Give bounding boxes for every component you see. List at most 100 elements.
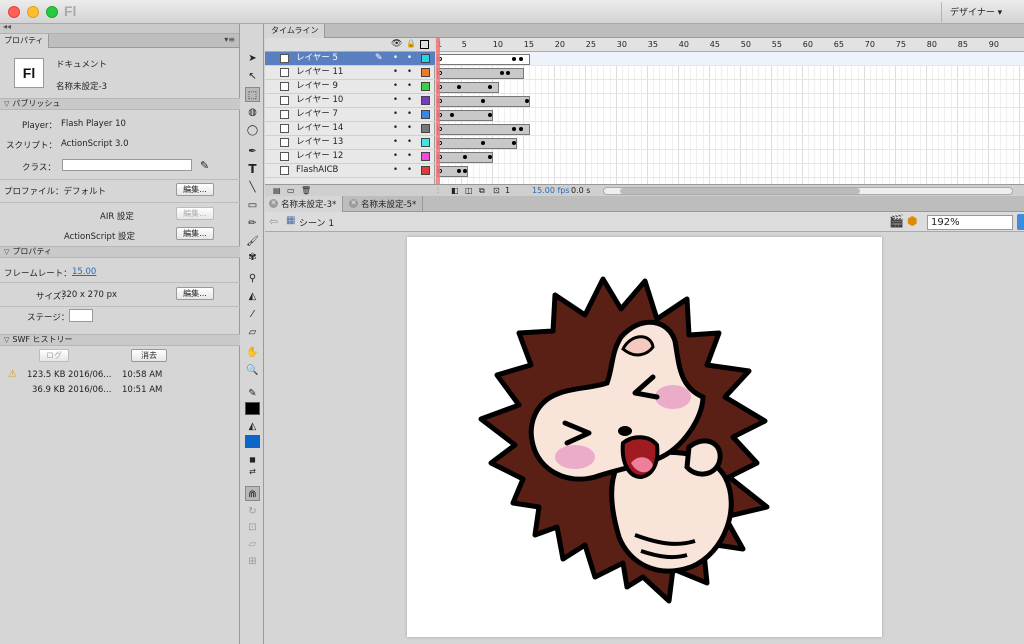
current-frame[interactable]: 1 xyxy=(505,185,510,196)
rectangle-tool-icon[interactable]: ▭ xyxy=(245,198,260,213)
selection-tool-icon[interactable]: ➤ xyxy=(245,51,260,66)
subselection-tool-icon[interactable]: ↖ xyxy=(245,69,260,84)
text-tool-icon[interactable]: T xyxy=(245,162,260,177)
swap-colors-icon[interactable]: ⇄ xyxy=(245,464,260,479)
rotate-skew-icon[interactable]: ▱ xyxy=(245,537,260,552)
layer-row[interactable]: レイヤー 14 • • xyxy=(265,122,435,136)
layer-row[interactable]: レイヤー 11 • • xyxy=(265,66,435,80)
clear-button[interactable]: 消去 xyxy=(131,349,167,362)
layer-color-swatch[interactable] xyxy=(421,68,430,77)
actionscript-edit-button[interactable]: 編集... xyxy=(176,227,214,240)
onion-outline-icon[interactable]: ◫ xyxy=(465,185,473,196)
layer-name[interactable]: レイヤー 11 xyxy=(296,66,343,79)
keyframe[interactable] xyxy=(518,57,523,61)
hand-tool-icon[interactable]: ✋ xyxy=(245,345,260,360)
layer-color-swatch[interactable] xyxy=(421,96,430,105)
keyframe[interactable] xyxy=(462,155,467,159)
keyframe[interactable] xyxy=(462,169,467,173)
workspace-switcher[interactable]: デザイナー ▾ xyxy=(950,5,1002,18)
visibility-dot[interactable]: • xyxy=(393,164,398,177)
lasso-tool-icon[interactable]: ◯ xyxy=(245,123,260,138)
layer-color-swatch[interactable] xyxy=(421,124,430,133)
3d-rotation-tool-icon[interactable]: ◍ xyxy=(245,105,260,120)
frame-row[interactable] xyxy=(436,150,1024,164)
swf-history-section-header[interactable]: ▽ SWF ヒストリー xyxy=(0,334,240,346)
panel-menu-icon[interactable]: ▾≡ xyxy=(224,35,235,44)
zoom-tool-icon[interactable]: 🔍 xyxy=(245,363,260,378)
keyframe[interactable] xyxy=(487,155,492,159)
back-arrow-icon[interactable]: ⇦ xyxy=(269,215,278,228)
keyframe[interactable] xyxy=(456,169,461,173)
new-folder-icon[interactable]: ▭ xyxy=(287,185,295,196)
layer-row[interactable]: レイヤー 13 • • xyxy=(265,136,435,150)
visibility-dot[interactable]: • xyxy=(393,94,398,107)
pencil-icon[interactable]: ✎ xyxy=(200,159,209,172)
layer-row[interactable]: FlashAICB • • xyxy=(265,164,435,178)
layer-row[interactable]: レイヤー 10 • • xyxy=(265,94,435,108)
zoom-dropdown-icon[interactable] xyxy=(1017,214,1024,230)
frame-ruler[interactable]: 151015202530354045505560657075808590 xyxy=(436,38,1024,52)
frame-row[interactable] xyxy=(436,80,1024,94)
keyframe[interactable] xyxy=(487,85,492,89)
free-transform-tool-icon[interactable]: ⬚ xyxy=(245,87,260,102)
visibility-dot[interactable]: • xyxy=(393,108,398,121)
fill-color-swatch[interactable] xyxy=(245,435,260,448)
keyframe[interactable] xyxy=(524,99,529,103)
lock-dot[interactable]: • xyxy=(407,150,412,163)
frame-span[interactable] xyxy=(437,138,518,149)
frame-row[interactable] xyxy=(436,52,1024,66)
layer-row[interactable]: レイヤー 9 • • xyxy=(265,80,435,94)
edit-multiple-frames-icon[interactable]: ⧉ xyxy=(479,185,485,196)
frame-row[interactable] xyxy=(436,122,1024,136)
layer-row[interactable]: レイヤー 7 • • xyxy=(265,108,435,122)
lock-dot[interactable]: • xyxy=(407,66,412,79)
layer-color-swatch[interactable] xyxy=(421,82,430,91)
close-tab-icon[interactable]: ✕ xyxy=(269,199,278,208)
publish-section-header[interactable]: ▽ パブリッシュ xyxy=(0,98,240,110)
tab-timeline[interactable]: タイムライン xyxy=(265,24,326,38)
lock-dot[interactable]: • xyxy=(407,52,412,65)
frame-row[interactable] xyxy=(436,66,1024,80)
scrollbar-thumb[interactable] xyxy=(620,188,860,194)
line-tool-icon[interactable]: ╲ xyxy=(245,180,260,195)
keyframe[interactable] xyxy=(456,85,461,89)
frame-span[interactable] xyxy=(437,68,524,79)
visibility-dot[interactable]: • xyxy=(393,66,398,79)
outline-icon[interactable] xyxy=(420,40,429,49)
layer-color-swatch[interactable] xyxy=(421,152,430,161)
pen-tool-icon[interactable]: ✒ xyxy=(245,144,260,159)
new-layer-icon[interactable]: ▤ xyxy=(273,185,281,196)
horizontal-scrollbar[interactable] xyxy=(603,187,1013,195)
edit-scene-icon[interactable]: 🎬 xyxy=(889,214,904,228)
eyedropper-tool-icon[interactable]: ⁄ xyxy=(245,307,260,322)
frames-grid[interactable]: 151015202530354045505560657075808590 xyxy=(436,38,1024,184)
visibility-dot[interactable]: • xyxy=(393,136,398,149)
lock-dot[interactable]: • xyxy=(407,164,412,177)
eraser-tool-icon[interactable]: ▱ xyxy=(245,325,260,340)
stage-color-swatch[interactable] xyxy=(69,309,93,322)
frame-span[interactable] xyxy=(437,110,493,121)
stage[interactable] xyxy=(407,237,882,637)
lock-dot[interactable]: • xyxy=(407,108,412,121)
center-frame-icon[interactable]: ⫶ xyxy=(437,185,439,196)
layer-name[interactable]: FlashAICB xyxy=(296,164,338,177)
deco-tool-icon[interactable]: ✾ xyxy=(245,250,260,265)
stroke-color-swatch[interactable] xyxy=(245,402,260,415)
keyframe[interactable] xyxy=(500,71,504,75)
panel-collapse-bar[interactable]: ◂◂ xyxy=(0,22,239,34)
onion-skin-icon[interactable]: ◧ xyxy=(451,185,459,196)
layer-name[interactable]: レイヤー 13 xyxy=(296,136,343,149)
frame-row[interactable] xyxy=(436,108,1024,122)
lock-dot[interactable]: • xyxy=(407,122,412,135)
zoom-window-button[interactable] xyxy=(46,6,58,18)
playhead[interactable] xyxy=(436,38,440,184)
lock-dot[interactable]: • xyxy=(407,80,412,93)
onion-markers-icon[interactable]: ⊡ xyxy=(493,185,500,196)
collapse-arrows-icon[interactable]: ◂◂ xyxy=(3,22,11,31)
scale-icon[interactable]: ⊞ xyxy=(245,554,260,569)
hedgehog-illustration[interactable] xyxy=(407,237,882,637)
size-edit-button[interactable]: 編集... xyxy=(176,287,214,300)
scene-breadcrumb[interactable]: シーン 1 xyxy=(299,216,334,229)
layer-name[interactable]: レイヤー 10 xyxy=(296,94,343,107)
layer-color-swatch[interactable] xyxy=(421,166,430,175)
